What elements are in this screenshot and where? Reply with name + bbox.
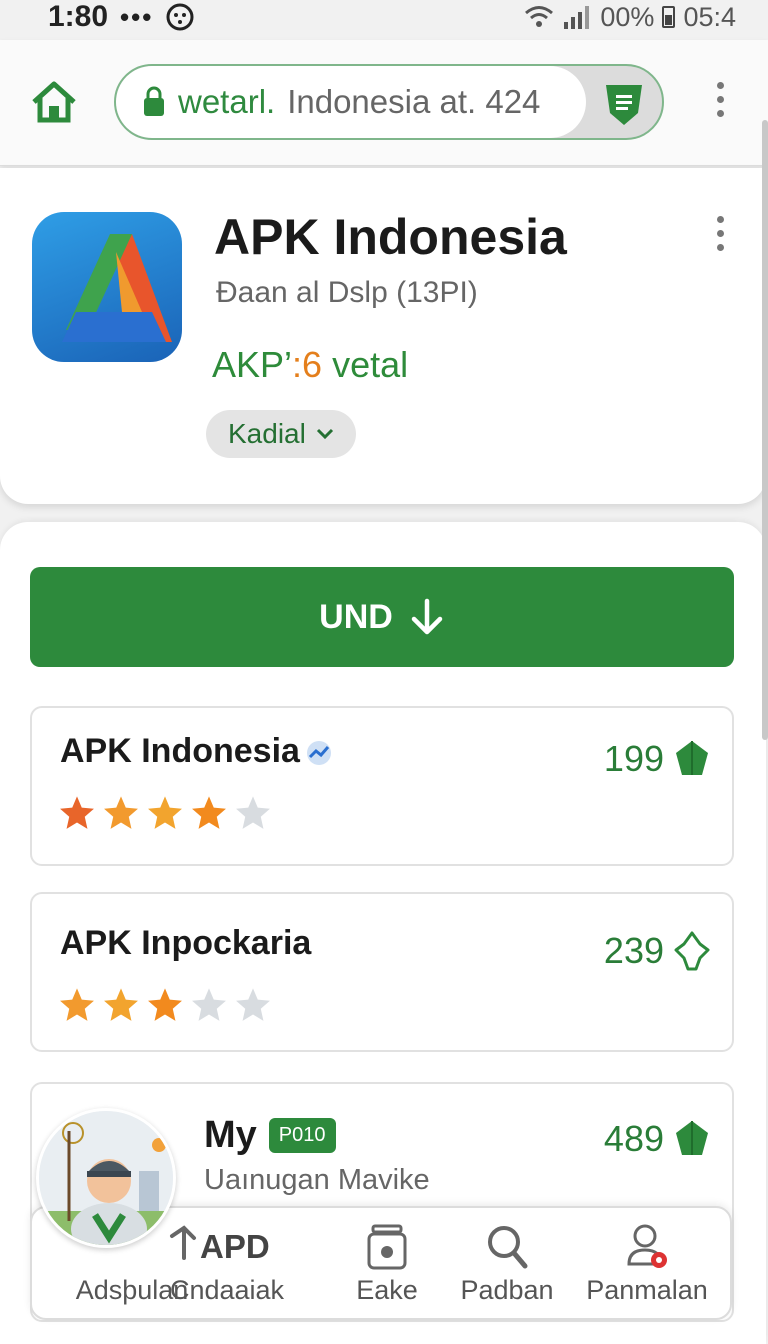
shield-icon[interactable] (602, 79, 646, 125)
list-item-count: 199 (604, 738, 710, 780)
home-icon[interactable] (30, 80, 78, 124)
nav-label: Cndaaiak (169, 1275, 285, 1305)
star-filled-icon (60, 796, 94, 829)
shortcut-icon (170, 1225, 196, 1260)
app-meta-accent: :6 (292, 344, 323, 385)
nav-item-panmalan[interactable]: Panmalan (572, 1208, 722, 1318)
status-clock-right: 05:4 (683, 1, 736, 32)
count-value: 489 (603, 1118, 664, 1159)
status-bar: 1:80 ••• 00% 05:4 (0, 0, 768, 34)
count-value: 239 (603, 930, 664, 971)
chevron-down-icon (316, 428, 333, 440)
list-item-name: APK Inpockaria (60, 924, 312, 962)
star-filled-icon (148, 988, 182, 1021)
download-button[interactable]: UND (30, 567, 734, 667)
list-item-count: 489 (604, 1118, 710, 1160)
leaf-filled-icon (676, 741, 708, 775)
url-path: Indonesia at. 424 (287, 83, 541, 120)
status-left: 1:80 ••• (48, 0, 195, 34)
notification-icon (166, 3, 194, 31)
category-chip[interactable]: Kadial (206, 410, 356, 458)
star-filled-icon (60, 988, 94, 1021)
battery-icon (662, 6, 676, 28)
app-title: APK Indonesia (214, 209, 567, 265)
rating-stars (58, 794, 272, 832)
nav-label: Panmalan (586, 1275, 708, 1305)
star-empty-icon (192, 988, 226, 1021)
nav-item-eake[interactable]: Eake (332, 1208, 442, 1318)
list-item-title: APK Indonesia (60, 732, 334, 771)
app-meta-prefix: AKP’ (212, 344, 293, 385)
app-meta-suffix: vetal (322, 344, 409, 385)
app-header-card: APK Indonesia Đaan al Dslp (13PI) AKP’:6… (0, 168, 766, 504)
status-time: 1:80 (48, 0, 109, 33)
list-item-title: APK Inpockaria (60, 924, 311, 963)
url-domain: wetarl. (178, 83, 276, 120)
scrollbar[interactable] (762, 120, 768, 740)
download-label: UND (319, 597, 393, 636)
app-overflow-menu-icon[interactable] (714, 216, 726, 251)
profile-icon (627, 1224, 667, 1268)
star-empty-icon (236, 988, 270, 1021)
list-item-name: My (204, 1114, 257, 1156)
status-right: 00% 05:4 (524, 2, 736, 33)
leaf-outline-icon (674, 931, 710, 971)
star-filled-icon (104, 796, 138, 829)
nav-item-cndaaiak[interactable]: Cndaaiak (142, 1208, 312, 1318)
url-bar[interactable]: wetarl. Indonesia at. 424 (114, 64, 664, 140)
star-filled-icon (104, 988, 138, 1021)
browser-toolbar: wetarl. Indonesia at. 424 (0, 40, 768, 166)
nav-label: Padban (460, 1275, 554, 1305)
list-item-name: APK Indonesia (60, 732, 300, 770)
status-dots: ••• (120, 1, 154, 32)
star-empty-icon (236, 796, 270, 829)
count-value: 199 (603, 738, 664, 779)
star-filled-icon (148, 796, 182, 829)
leaf-filled-icon (676, 1121, 708, 1155)
app-subtitle: Đaan al Dslp (13PI) (216, 276, 478, 309)
app-meta: AKP’:6 vetal (212, 344, 408, 386)
nav-item-padban[interactable]: Padban (452, 1208, 562, 1318)
lock-icon (144, 86, 164, 116)
wifi-icon (525, 6, 554, 27)
browser-menu-icon[interactable] (714, 82, 726, 117)
list-item[interactable]: APK Indonesia 199 (30, 706, 734, 866)
rating-stars (58, 986, 272, 1024)
jar-icon (367, 1224, 407, 1270)
url-field[interactable]: wetarl. Indonesia at. 424 (116, 66, 586, 138)
app-logo-icon (32, 212, 182, 362)
avatar[interactable] (36, 1108, 176, 1248)
list-item-title: My P010 (204, 1114, 336, 1157)
list-item-subtitle: Uaınugan Mavike (204, 1164, 430, 1196)
list-item-count: 239 (604, 930, 710, 972)
list-item[interactable]: APK Inpockaria 239 (30, 892, 734, 1052)
search-icon (488, 1226, 528, 1269)
download-arrow-icon (411, 598, 443, 635)
signal-icon (564, 6, 590, 29)
version-badge: P010 (268, 1118, 336, 1153)
star-filled-icon (192, 796, 226, 829)
trending-icon (306, 740, 331, 765)
nav-label: Eake (356, 1275, 418, 1305)
chip-label: Kadial (228, 418, 306, 449)
battery-percent: 00% (600, 1, 655, 32)
